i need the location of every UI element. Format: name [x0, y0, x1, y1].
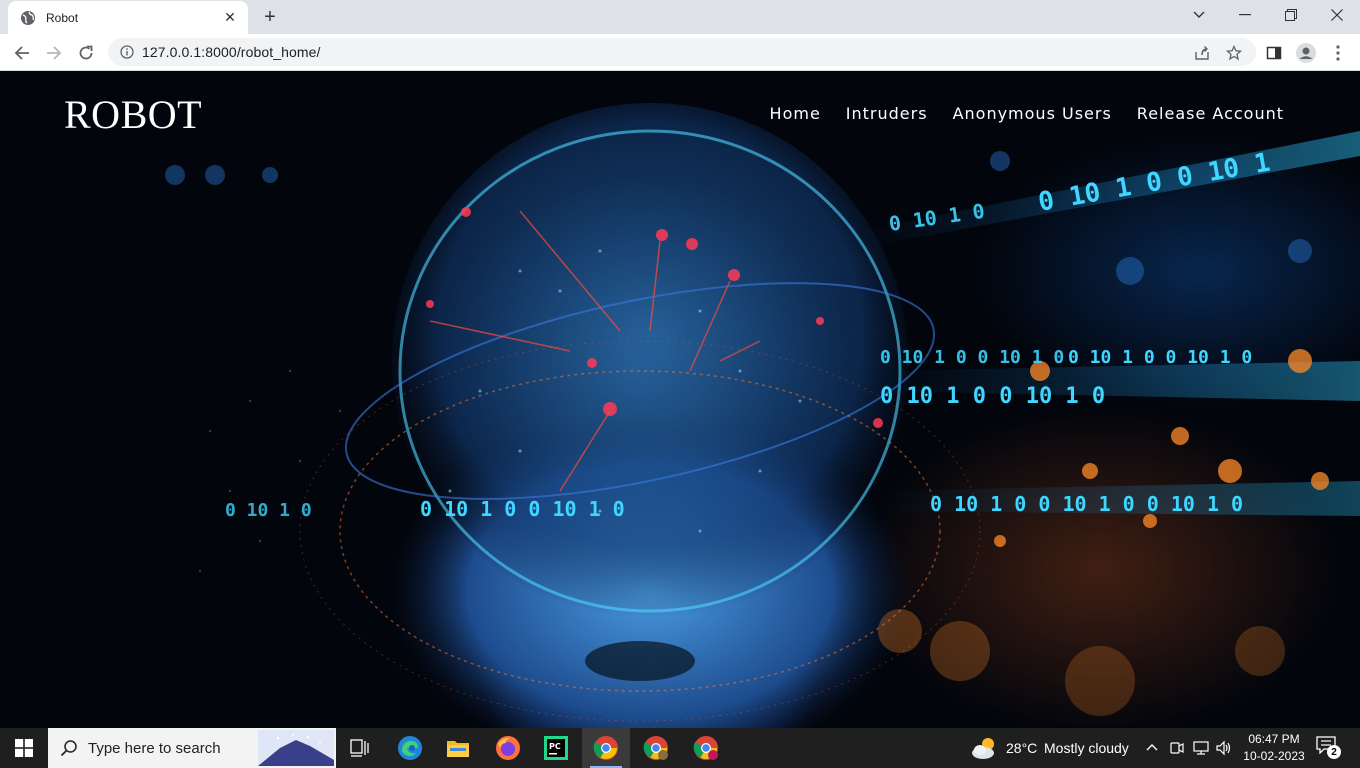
- reload-icon: [79, 45, 93, 60]
- new-tab-button[interactable]: +: [258, 6, 282, 28]
- address-bar[interactable]: 127.0.0.1:8000/robot_home/: [108, 38, 1256, 66]
- network-icon[interactable]: [1193, 740, 1209, 756]
- search-placeholder: Type here to search: [88, 739, 221, 757]
- weather-cloudy-icon[interactable]: [970, 734, 1000, 762]
- taskbar-clock[interactable]: 06:47 PM 10-02-2023: [1240, 731, 1308, 765]
- volume-icon[interactable]: [1216, 740, 1232, 756]
- chrome-app-button-guest[interactable]: [682, 728, 730, 768]
- weather-description[interactable]: Mostly cloudy: [1044, 740, 1129, 756]
- back-arrow-icon: [14, 46, 29, 60]
- browser-tab-strip: Robot ✕ +: [0, 0, 1360, 34]
- windows-logo-icon: [15, 739, 33, 757]
- notification-count-badge: 2: [1327, 745, 1341, 759]
- binary-row: 0 10 1 0 0 10 1 0: [880, 347, 1064, 368]
- search-highlight-image: [258, 730, 334, 766]
- close-window-button[interactable]: [1314, 0, 1360, 30]
- pycharm-app-button[interactable]: PC: [532, 728, 580, 768]
- file-explorer-app-button[interactable]: [434, 728, 482, 768]
- notification-center-button[interactable]: 2: [1316, 736, 1342, 760]
- weather-temperature[interactable]: 28°C: [1006, 740, 1037, 756]
- site-logo[interactable]: ROBOT: [64, 91, 202, 138]
- bookmark-star-icon[interactable]: [1220, 39, 1248, 67]
- share-icon[interactable]: [1188, 39, 1216, 67]
- folder-icon: [447, 741, 469, 757]
- edge-icon: [398, 736, 422, 760]
- side-panel-icon[interactable]: [1260, 39, 1288, 67]
- menu-kebab-icon[interactable]: [1324, 39, 1352, 67]
- binary-row: 0 10 1 0 0 10 1 0: [880, 384, 1105, 409]
- task-view-button[interactable]: [336, 728, 384, 768]
- chrome-icon: [643, 736, 668, 760]
- binary-row: 0 10 1 0 0 10 1 0: [1068, 347, 1252, 368]
- profile-avatar-icon[interactable]: [1292, 39, 1320, 67]
- edge-app-button[interactable]: [386, 728, 434, 768]
- binary-row: 0 10 1 0 0 10 1 0: [420, 497, 625, 521]
- chrome-icon: [693, 736, 718, 760]
- minimize-button[interactable]: [1222, 0, 1268, 30]
- binary-row: 0 10 1 0 0 10 1 0 0 10 1 0: [930, 492, 1243, 516]
- clock-time: 06:47 PM: [1248, 732, 1300, 746]
- windows-taskbar: Type here to search PC 28°C Mostly cloud…: [0, 728, 1360, 768]
- browser-toolbar: 127.0.0.1:8000/robot_home/: [0, 34, 1360, 71]
- chrome-app-button-profile[interactable]: [632, 728, 680, 768]
- clock-date: 10-02-2023: [1243, 749, 1305, 763]
- tab-title: Robot: [46, 10, 79, 25]
- tab-close-icon[interactable]: ✕: [222, 9, 238, 26]
- pycharm-icon: PC: [544, 736, 568, 760]
- show-hidden-icons-chevron-icon[interactable]: [1146, 742, 1158, 752]
- firefox-icon: [496, 736, 520, 760]
- firefox-app-button[interactable]: [484, 728, 532, 768]
- search-icon: [60, 740, 77, 757]
- forward-arrow-icon: [47, 46, 62, 60]
- browser-tab[interactable]: Robot ✕: [8, 1, 248, 34]
- chrome-app-button-active[interactable]: [582, 728, 630, 768]
- taskbar-search-box[interactable]: Type here to search: [48, 728, 336, 768]
- nav-release-account-link[interactable]: Release Account: [1137, 104, 1284, 123]
- binary-row: 0 10 1 0: [225, 500, 312, 521]
- nav-intruders-link[interactable]: Intruders: [846, 104, 928, 123]
- site-info-icon[interactable]: [120, 45, 134, 59]
- hero-background-image: 0 10 1 0 0 10 1 0 10 1 0 0 10 1 0 0 10 1…: [165, 103, 1360, 728]
- svg-text:PC: PC: [549, 742, 561, 751]
- globe-icon: [21, 10, 35, 25]
- chrome-icon: [593, 736, 618, 760]
- task-view-icon: [350, 739, 369, 757]
- binary-row: 0 10 1 0 0 10 1: [1036, 148, 1272, 218]
- reload-button[interactable]: [72, 39, 100, 67]
- back-button[interactable]: [8, 39, 36, 67]
- nav-anonymous-users-link[interactable]: Anonymous Users: [953, 104, 1112, 123]
- start-button[interactable]: [0, 728, 48, 768]
- forward-button[interactable]: [40, 39, 68, 67]
- meet-now-icon[interactable]: [1170, 740, 1184, 756]
- tab-search-chevron-icon[interactable]: [1176, 0, 1222, 30]
- url-text: 127.0.0.1:8000/robot_home/: [142, 44, 321, 60]
- restore-button[interactable]: [1268, 0, 1314, 30]
- site-navigation: Home Intruders Anonymous Users Release A…: [770, 104, 1284, 123]
- nav-home-link[interactable]: Home: [770, 104, 821, 123]
- robot-home-page: 0 10 1 0 0 10 1 0 10 1 0 0 10 1 0 0 10 1…: [0, 71, 1360, 728]
